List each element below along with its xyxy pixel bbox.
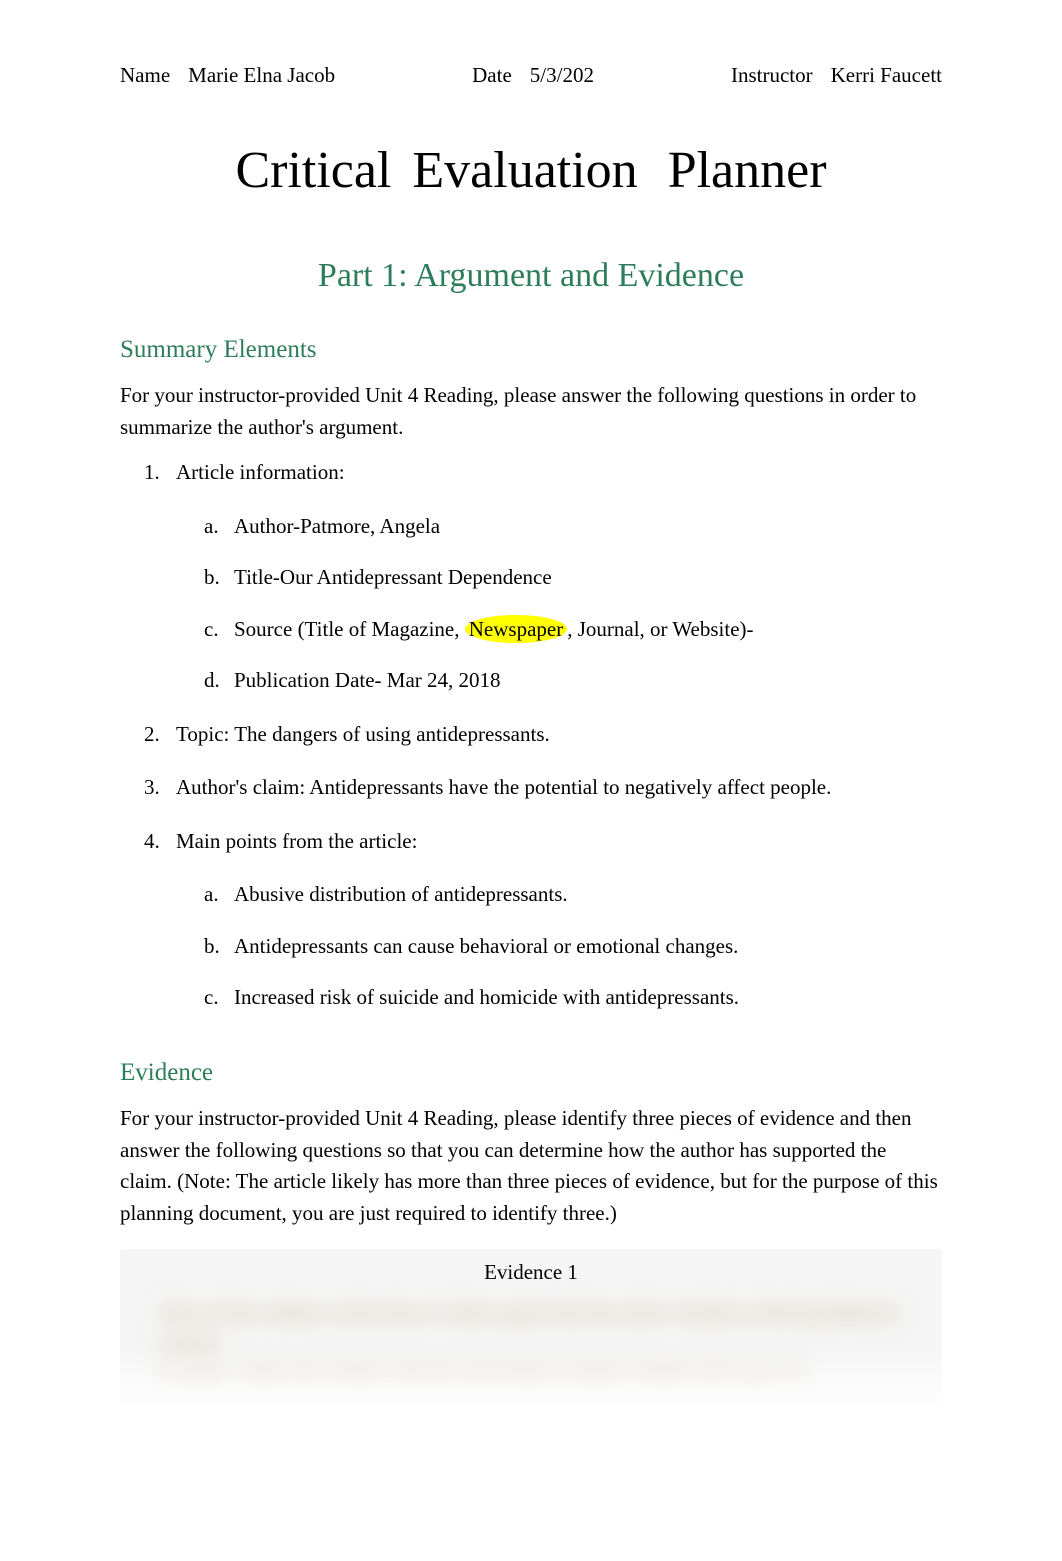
title-label: Title- [234,565,280,589]
article-info-sublist: Author-Patmore, Angela Title-Our Antidep… [176,511,942,697]
pubdate-label: Publication Date- M [234,668,405,692]
name-value: Marie Elna Jacob [188,60,335,92]
title-part-2: Planner [668,142,827,199]
point-c-text: Increased risk of suicide and homicide w… [234,985,739,1009]
blurred-line-2: Example: "Quote the evidence directly an… [160,1359,902,1389]
point-a: Abusive distribution of antidepressants. [204,879,942,911]
item-topic: Topic: The dangers of using antidepressa… [144,719,942,751]
author-label: Author- [234,514,300,538]
point-c: Increased risk of suicide and homicide w… [204,982,942,1014]
claim-value: Antidepressants have the potential to ne… [309,775,831,799]
subitem-author: Author-Patmore, Angela [204,511,942,543]
blurred-content: Type out the evidence in the form of a d… [140,1299,922,1400]
article-info-label: Article information: [176,460,345,484]
source-highlight: Newspaper [465,615,567,643]
subitem-source: Source (Title of Magazine, Newspaper, Jo… [204,614,942,646]
point-b: Antidepressants can cause behavioral or … [204,931,942,963]
subitem-title: Title-Our Antidepressant Dependence [204,562,942,594]
evidence-intro: For your instructor-provided Unit 4 Read… [120,1103,942,1229]
summary-list: Article information: Author-Patmore, Ang… [120,457,942,1014]
point-a-text: Abusive distribution of antidepressants. [234,882,568,906]
author-value: Patmore, Angela [300,514,440,538]
title-part-1: Critical Evaluation [235,142,637,199]
name-label: Name [120,60,170,92]
mainpoints-label: Main points from the article: [176,829,417,853]
instructor-field: Instructor Kerri Faucett [731,60,942,92]
name-field: Name Marie Elna Jacob [120,60,335,92]
instructor-label: Instructor [731,60,813,92]
topic-label: Topic: [176,722,234,746]
part-title: Part 1: Argument and Evidence [120,250,942,301]
claim-label: Author's claim: [176,775,309,799]
blurred-line-1: Type out the evidence in the form of a d… [160,1299,902,1360]
evidence-box-1: Evidence 1 Type out the evidence in the … [120,1249,942,1408]
mainpoints-sublist: Abusive distribution of antidepressants.… [176,879,942,1014]
summary-intro: For your instructor-provided Unit 4 Read… [120,380,942,443]
item-article-info: Article information: Author-Patmore, Ang… [144,457,942,697]
date-field: Date 5/3/202 [472,60,594,92]
item-claim: Author's claim: Antidepressants have the… [144,772,942,804]
item-mainpoints: Main points from the article: Abusive di… [144,826,942,1014]
evidence-heading: Evidence [120,1054,942,1092]
instructor-value: Kerri Faucett [831,60,942,92]
date-value: 5/3/202 [530,60,594,92]
pubdate-value: ar 24, 2018 [405,668,500,692]
title-value: Our Antidepressant Dependence [280,565,552,589]
topic-value: The dangers of using antidepressants. [234,722,550,746]
evidence-box-title: Evidence 1 [140,1257,922,1289]
source-before: Source (Title of Magazine, [234,617,465,641]
evidence-section: Evidence For your instructor-provided Un… [120,1054,942,1408]
point-b-text: Antidepressants can cause behavioral or … [234,934,738,958]
summary-heading: Summary Elements [120,331,942,369]
source-after: , Journal, or Website)- [567,617,753,641]
document-header: Name Marie Elna Jacob Date 5/3/202 Instr… [120,60,942,92]
date-label: Date [472,60,512,92]
subitem-pubdate: Publication Date- Mar 24, 2018 [204,665,942,697]
document-title: Critical Evaluation Planner [120,132,942,210]
